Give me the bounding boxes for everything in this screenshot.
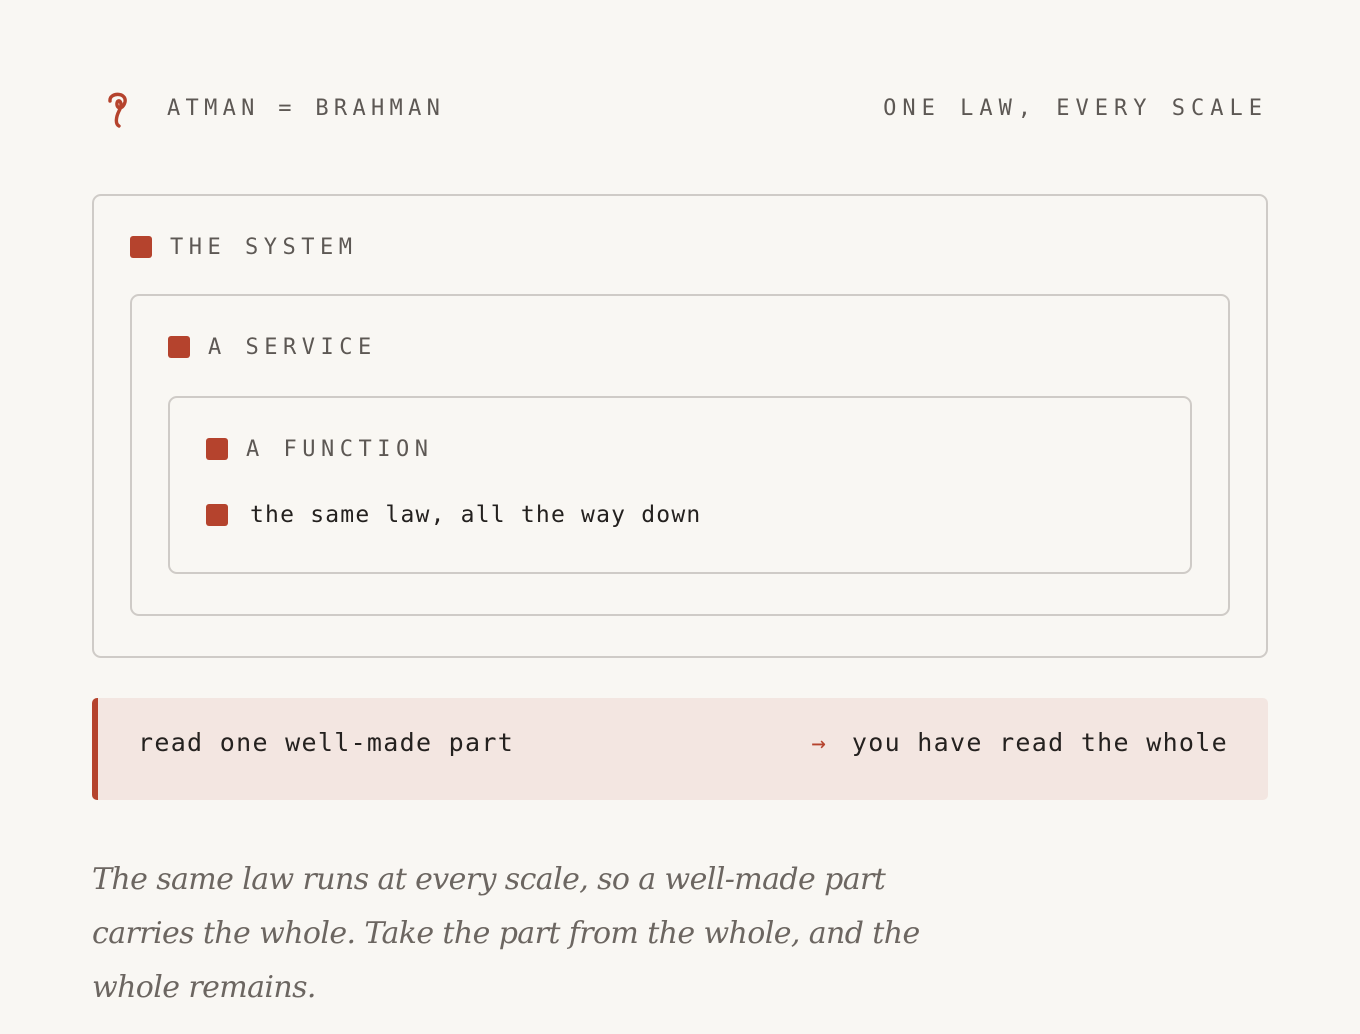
function-label-row: A FUNCTION: [206, 434, 433, 464]
callout-right-text: you have read the whole: [851, 728, 1228, 757]
sanskrit-glyph-icon: [108, 92, 127, 128]
accent-square-icon: [130, 236, 152, 258]
tagline: ONE LAW, EVERY SCALE: [883, 95, 1268, 121]
callout-left-text: read one well-made part: [138, 728, 515, 757]
callout: read one well-made part → you have read …: [92, 698, 1268, 800]
brand: ATMAN = BRAHMAN: [92, 88, 445, 128]
closing-note: The same law runs at every scale, so a w…: [92, 862, 920, 1005]
system-label: THE SYSTEM: [170, 234, 358, 260]
law-row: the same law, all the way down: [206, 500, 701, 530]
accent-square-icon: [168, 336, 190, 358]
arrow-right-icon: →: [811, 728, 826, 757]
system-label-row: THE SYSTEM: [130, 232, 357, 262]
law-text: the same law, all the way down: [250, 502, 702, 528]
accent-square-icon: [206, 504, 228, 526]
service-label-row: A SERVICE: [168, 332, 377, 362]
function-box: [168, 396, 1192, 574]
accent-square-icon: [206, 438, 228, 460]
function-label: A FUNCTION: [246, 436, 434, 462]
header: ATMAN = BRAHMAN ONE LAW, EVERY SCALE: [92, 88, 1268, 128]
service-label: A SERVICE: [208, 334, 377, 360]
callout-right: → you have read the whole: [811, 728, 1228, 757]
app-title: ATMAN = BRAHMAN: [167, 95, 446, 121]
